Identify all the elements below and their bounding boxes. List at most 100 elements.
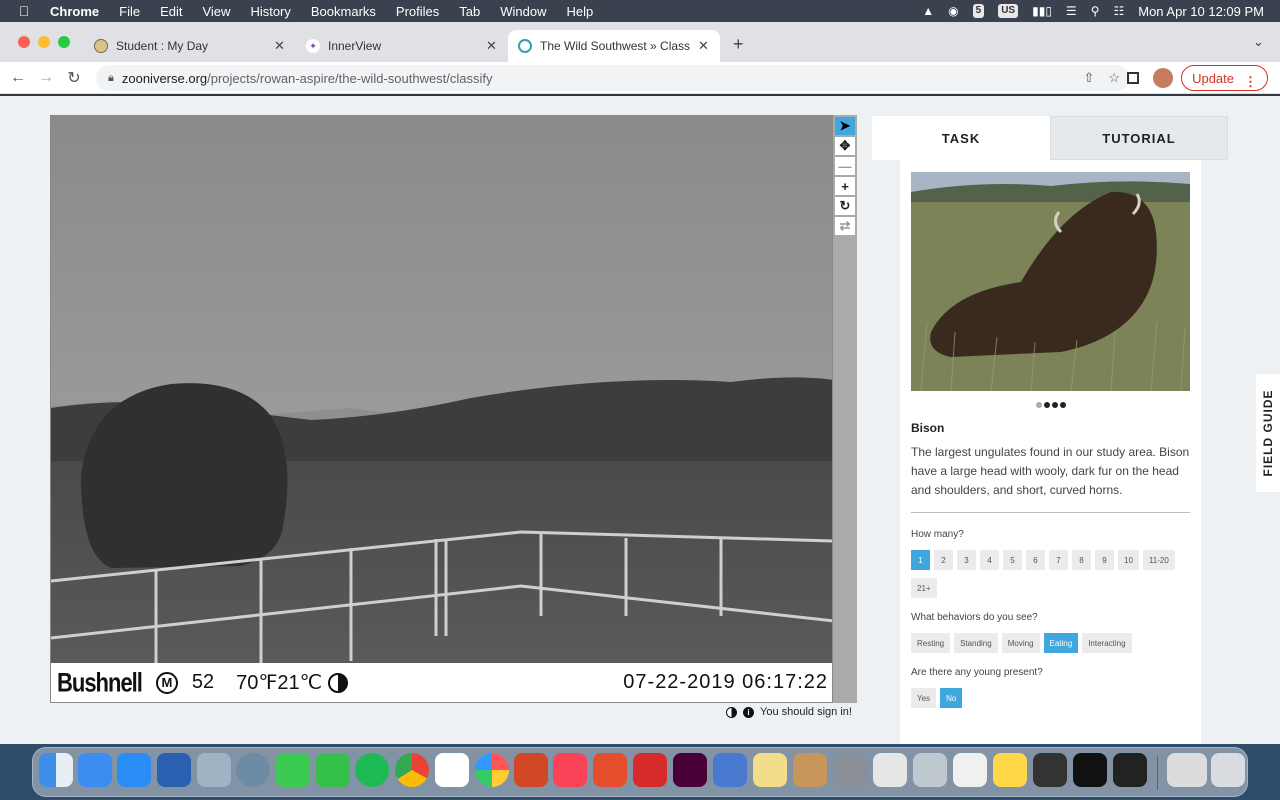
status-icon-1[interactable]: ▲ — [922, 4, 934, 18]
app-icon-character[interactable] — [713, 753, 747, 787]
pointer-tool-button[interactable]: ➤ — [835, 117, 855, 135]
notes-icon[interactable] — [993, 753, 1027, 787]
dreamweaver-icon[interactable] — [673, 753, 707, 787]
pan-tool-button[interactable]: ✥ — [835, 137, 855, 155]
launchpad-icon[interactable] — [873, 753, 907, 787]
menubar-clock[interactable]: Mon Apr 10 12:09 PM — [1138, 4, 1264, 19]
update-button[interactable]: Update ⋮ — [1181, 65, 1268, 91]
carousel-dot-1[interactable] — [1035, 402, 1042, 408]
photos-icon[interactable] — [475, 753, 509, 787]
close-tab-icon[interactable]: ✕ — [698, 38, 709, 54]
profile-avatar[interactable] — [1153, 68, 1174, 88]
tab-innerview[interactable]: ✦ InnerView ✕ — [296, 30, 507, 62]
reset-view-button[interactable]: ⇄ — [835, 217, 855, 235]
music-icon[interactable] — [553, 753, 587, 787]
menu-window[interactable]: Window — [500, 4, 546, 19]
spotlight-search-icon[interactable]: ⚲ — [1091, 4, 1100, 18]
zoom-out-button[interactable]: — — [835, 157, 855, 175]
count-option-1[interactable]: 1 — [911, 550, 930, 570]
close-tab-icon[interactable]: ✕ — [274, 38, 285, 54]
count-option-6[interactable]: 6 — [1026, 550, 1045, 570]
device-icon[interactable] — [1113, 753, 1147, 787]
bookmark-star-icon[interactable]: ☆ — [1108, 70, 1120, 86]
menu-profiles[interactable]: Profiles — [396, 4, 439, 19]
office-icon[interactable] — [593, 753, 627, 787]
share-icon[interactable]: ⇧ — [1083, 70, 1094, 86]
apple-icon[interactable]:  — [16, 3, 32, 19]
menu-tab[interactable]: Tab — [459, 4, 480, 19]
forward-arrow-icon[interactable]: → — [32, 69, 60, 87]
field-guide-tab[interactable]: FIELD GUIDE — [1256, 374, 1280, 492]
count-option-10[interactable]: 10 — [1118, 550, 1139, 570]
mail-icon[interactable] — [78, 753, 112, 787]
apple-tv-icon[interactable] — [1073, 753, 1107, 787]
app-store-icon[interactable] — [117, 753, 151, 787]
screenshot-icon[interactable] — [1033, 753, 1067, 787]
close-window-button[interactable] — [18, 36, 30, 48]
menu-file[interactable]: File — [119, 4, 140, 19]
count-option-21-plus[interactable]: 21+ — [911, 578, 937, 598]
facetime-icon[interactable] — [316, 753, 350, 787]
behavior-resting[interactable]: Resting — [911, 633, 951, 653]
behavior-eating[interactable]: Eating — [1043, 633, 1079, 653]
more-menu-icon[interactable]: ⋮ — [1244, 74, 1257, 89]
downloads-stack-icon[interactable] — [1167, 753, 1207, 787]
count-option-2[interactable]: 2 — [934, 550, 953, 570]
messages-icon[interactable] — [276, 753, 310, 787]
word-icon[interactable] — [157, 753, 191, 787]
battery-icon[interactable]: ▮▮▯ — [1032, 4, 1052, 18]
new-tab-plus-icon[interactable]: + — [733, 34, 744, 55]
quicktime-icon[interactable] — [236, 753, 270, 787]
tab-tutorial[interactable]: TUTORIAL — [1050, 116, 1228, 160]
calendar-icon[interactable] — [435, 753, 469, 787]
zoom-window-button[interactable] — [58, 36, 70, 48]
reload-icon[interactable]: ↻ — [60, 68, 88, 88]
count-option-4[interactable]: 4 — [980, 550, 999, 570]
count-option-9[interactable]: 9 — [1095, 550, 1114, 570]
lock-icon[interactable]: 🔒︎ — [108, 72, 114, 85]
count-option-5[interactable]: 5 — [1003, 550, 1022, 570]
contacts-icon[interactable] — [793, 753, 827, 787]
menu-view[interactable]: View — [202, 4, 230, 19]
photo-booth-icon[interactable] — [633, 753, 667, 787]
count-option-8[interactable]: 8 — [1072, 550, 1091, 570]
carousel-dot-2[interactable] — [1043, 402, 1050, 408]
carousel-dot-4[interactable] — [1059, 402, 1066, 408]
wifi-icon[interactable]: ☰ — [1066, 4, 1077, 18]
close-tab-icon[interactable]: ✕ — [486, 38, 497, 54]
zoom-in-button[interactable]: + — [835, 177, 855, 195]
system-preferences-icon[interactable] — [833, 753, 867, 787]
young-yes[interactable]: Yes — [911, 688, 937, 708]
subject-image[interactable]: Bushnell M 52 70℉21℃ 07-22-2019 06:17:22 — [50, 115, 833, 703]
address-bar[interactable]: 🔒︎ zooniverse.org/projects/rowan-aspire/… — [96, 65, 1130, 91]
side-panel-icon[interactable] — [1127, 72, 1140, 84]
chrome-icon[interactable] — [395, 753, 429, 787]
finder-icon[interactable] — [39, 753, 73, 787]
young-no[interactable]: No — [940, 688, 963, 708]
textedit-icon[interactable] — [953, 753, 987, 787]
menu-help[interactable]: Help — [567, 4, 594, 19]
rotate-button[interactable]: ↻ — [835, 197, 855, 215]
carousel-dot-3[interactable] — [1051, 402, 1058, 408]
count-option-11-20[interactable]: 11-20 — [1142, 550, 1175, 570]
behavior-standing[interactable]: Standing — [954, 633, 998, 653]
menu-app-name[interactable]: Chrome — [50, 4, 99, 19]
count-option-7[interactable]: 7 — [1049, 550, 1068, 570]
utility-icon[interactable] — [913, 753, 947, 787]
contrast-icon[interactable] — [726, 706, 737, 718]
stickies-icon[interactable] — [753, 753, 787, 787]
behavior-interacting[interactable]: Interacting — [1082, 633, 1132, 653]
count-option-3[interactable]: 3 — [957, 550, 976, 570]
menu-edit[interactable]: Edit — [160, 4, 182, 19]
behavior-moving[interactable]: Moving — [1001, 633, 1040, 653]
menu-history[interactable]: History — [250, 4, 290, 19]
sign-in-text[interactable]: You should sign in! — [760, 706, 852, 718]
back-arrow-icon[interactable]: ← — [4, 69, 32, 87]
keyboard-input-indicator[interactable]: US — [998, 4, 1019, 18]
preview-icon[interactable] — [197, 753, 231, 787]
minimize-window-button[interactable] — [38, 36, 50, 48]
menu-bookmarks[interactable]: Bookmarks — [311, 4, 376, 19]
trash-icon[interactable] — [1211, 753, 1245, 787]
status-icon-5[interactable]: 5 — [972, 4, 985, 18]
tab-wild-southwest[interactable]: The Wild Southwest » Classify ✕ — [508, 30, 720, 62]
